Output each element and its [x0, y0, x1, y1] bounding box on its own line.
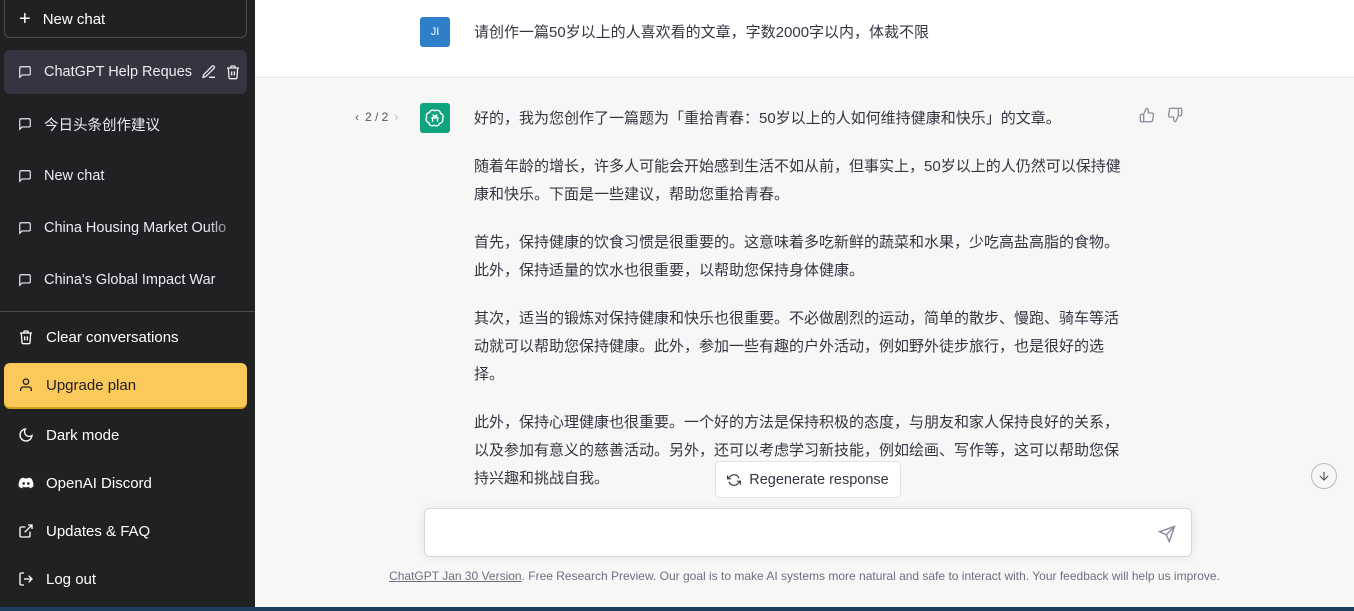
- pager-count: 2 / 2: [365, 110, 389, 124]
- arrow-down-icon: [1319, 471, 1329, 481]
- conversation-label: 今日头条创作建议: [44, 117, 160, 134]
- upgrade-plan-label: Upgrade plan: [46, 376, 137, 394]
- external-link-icon: [18, 523, 34, 539]
- response-paragraph: 首先，保持健康的饮食习惯是很重要的。这意味着多吃新鲜的蔬菜和水果，少吃高盐高脂的…: [474, 234, 1120, 279]
- clear-conversations-button[interactable]: Clear conversations: [4, 315, 247, 359]
- user-avatar: JI: [420, 17, 450, 47]
- sidebar: + New chat ChatGPT Help Reques 今日头条创作建议 …: [0, 0, 255, 611]
- regenerate-response-label: Regenerate response: [749, 471, 889, 488]
- sidebar-conversation-toutiao[interactable]: 今日头条创作建议: [4, 102, 247, 146]
- chat-bubble-icon: [18, 65, 32, 79]
- refresh-icon: [727, 473, 742, 487]
- message-input-box: [424, 508, 1192, 557]
- send-icon[interactable]: [1158, 525, 1176, 543]
- new-chat-label: New chat: [42, 10, 106, 28]
- message-input[interactable]: [439, 521, 1139, 545]
- trash-icon[interactable]: [225, 64, 241, 80]
- sidebar-conversation-china-global[interactable]: China's Global Impact War: [4, 258, 247, 302]
- plus-icon: +: [19, 8, 31, 30]
- logout-icon: [18, 571, 34, 587]
- version-link[interactable]: ChatGPT Jan 30 Version: [389, 569, 522, 583]
- dark-mode-button[interactable]: Dark mode: [4, 413, 247, 457]
- edit-icon[interactable]: [201, 64, 217, 80]
- upgrade-plan-button[interactable]: Upgrade plan: [4, 363, 247, 407]
- scroll-to-bottom-button[interactable]: [1311, 463, 1337, 489]
- new-chat-button[interactable]: + New chat: [4, 0, 247, 38]
- sidebar-conversation-chatgpt-help[interactable]: ChatGPT Help Reques: [4, 50, 247, 94]
- sidebar-divider: [0, 311, 255, 312]
- regenerate-response-button[interactable]: Regenerate response: [715, 461, 901, 498]
- clear-conversations-label: Clear conversations: [46, 328, 179, 346]
- conversation-label: China's Global Impact War: [44, 272, 216, 288]
- conversation-label: New chat: [44, 168, 105, 184]
- moon-icon: [18, 427, 34, 443]
- openai-logo-icon: [425, 109, 444, 127]
- openai-discord-label: OpenAI Discord: [46, 474, 152, 492]
- footer: ChatGPT Jan 30 Version. Free Research Pr…: [255, 569, 1354, 583]
- feedback-buttons: [1139, 107, 1183, 123]
- footer-text: . Free Research Preview. Our goal is to …: [521, 569, 1220, 583]
- user-message: 请创作一篇50岁以上的人喜欢看的文章，字数2000字以内，体裁不限: [474, 24, 930, 41]
- discord-icon: [18, 475, 34, 491]
- chat-bubble-icon: [18, 221, 32, 235]
- chat-bubble-icon: [18, 273, 32, 287]
- updates-faq-link[interactable]: Updates & FAQ: [4, 509, 247, 553]
- updates-faq-label: Updates & FAQ: [46, 522, 151, 540]
- log-out-label: Log out: [46, 570, 97, 588]
- log-out-button[interactable]: Log out: [4, 557, 247, 601]
- conversation-label: ChatGPT Help Reques: [44, 64, 193, 80]
- assistant-message: 好的，我为您创作了一篇题为「重拾青春：50岁以上的人如何维持健康和快乐」的文章。…: [474, 105, 1124, 513]
- response-paragraph: 其次，适当的锻炼对保持健康和快乐也很重要。不必做剧烈的运动，简单的散步、慢跑、骑…: [474, 310, 1120, 383]
- pager-next-button[interactable]: ›: [394, 110, 398, 124]
- sidebar-conversation-new-chat[interactable]: New chat: [4, 154, 247, 198]
- assistant-avatar: [420, 103, 450, 133]
- conversation-label: China Housing Market Outlo: [44, 220, 227, 236]
- user-icon: [18, 377, 34, 393]
- response-paragraph: 随着年龄的增长，许多人可能会开始感到生活不如从前，但事实上，50岁以上的人仍然可…: [474, 158, 1121, 203]
- taskbar-edge: [0, 607, 1354, 611]
- response-paragraph: 好的，我为您创作了一篇题为「重拾青春：50岁以上的人如何维持健康和快乐」的文章。: [474, 110, 1061, 127]
- user-message-row: JI 请创作一篇50岁以上的人喜欢看的文章，字数2000字以内，体裁不限: [255, 0, 1354, 78]
- chat-main: JI 请创作一篇50岁以上的人喜欢看的文章，字数2000字以内，体裁不限 ‹ 2…: [255, 0, 1354, 611]
- trash-icon: [18, 329, 34, 345]
- thumbs-down-icon[interactable]: [1167, 107, 1183, 123]
- pager-prev-button[interactable]: ‹: [355, 110, 359, 124]
- thumbs-up-icon[interactable]: [1139, 107, 1155, 123]
- chat-bubble-icon: [18, 169, 32, 183]
- response-pager: ‹ 2 / 2 ›: [355, 110, 398, 124]
- dark-mode-label: Dark mode: [46, 426, 120, 444]
- sidebar-conversation-china-housing[interactable]: China Housing Market Outlo: [4, 206, 247, 250]
- openai-discord-link[interactable]: OpenAI Discord: [4, 461, 247, 505]
- chat-bubble-icon: [18, 117, 32, 131]
